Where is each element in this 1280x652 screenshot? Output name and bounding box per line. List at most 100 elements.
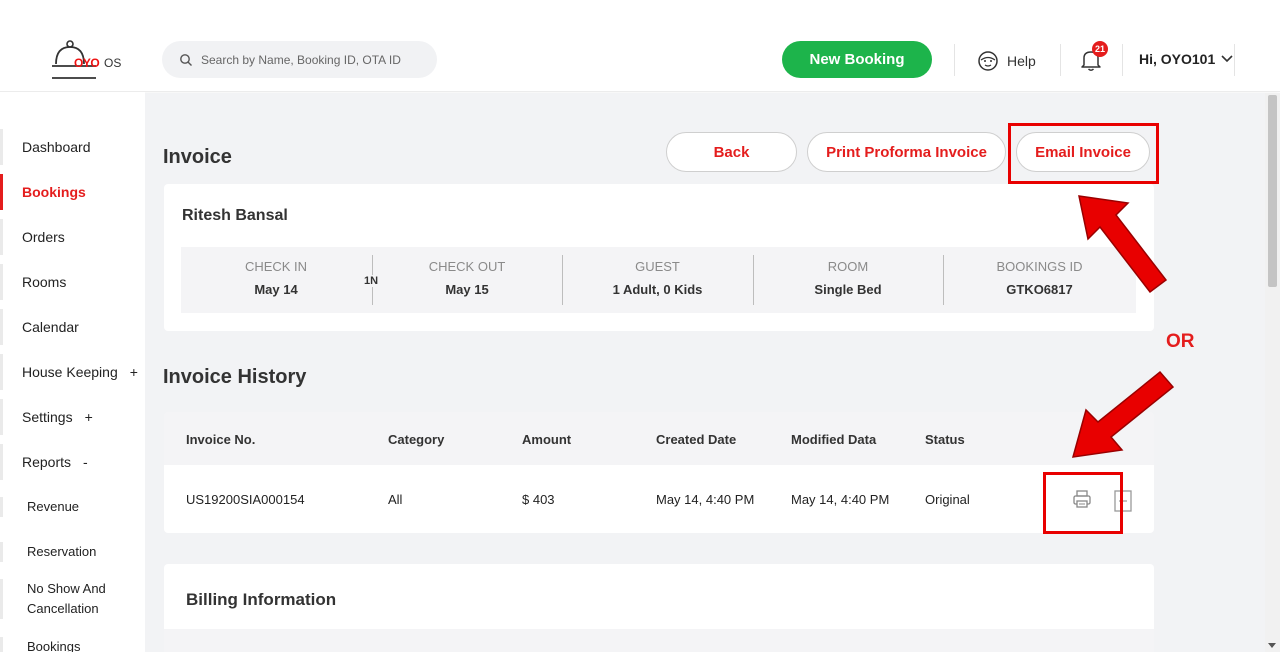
vertical-scrollbar[interactable] [1265,93,1280,652]
new-booking-button[interactable]: New Booking [782,41,932,78]
invoice-created-date: May 14, 4:40 PM [656,492,755,507]
booking-id-value: GTKO6817 [1006,282,1073,297]
sidebar-subitem-reservation[interactable]: Reservation [0,542,145,562]
column-header: Amount [522,432,572,447]
column-header: Invoice No. [186,432,256,447]
logo-text: OYO [74,56,100,70]
sidebar-subitem-revenue[interactable]: Revenue [0,497,145,517]
check-in: CHECK IN May 14 [181,247,371,313]
sidebar-item-orders[interactable]: Orders [0,217,145,257]
search-input[interactable] [201,49,426,71]
sidebar-marker [0,264,3,300]
chevron-down-icon [1221,55,1233,63]
search-icon [180,54,192,66]
booking-id-label: BOOKINGS ID [996,259,1083,274]
sidebar-item-label: Dashboard [22,139,91,155]
sidebar-marker [0,579,3,619]
guest-name: Ritesh Bansal [182,207,288,224]
billing-table-header [164,629,1154,652]
sidebar-item-label: House Keeping [22,364,118,380]
sidebar-item-label: Settings [22,409,73,425]
column-header: Category [388,432,445,447]
invoice-number: US19200SIA000154 [186,492,305,507]
sidebar-marker [0,444,3,480]
help-link[interactable]: Help [977,50,1036,72]
search-bar[interactable] [162,41,437,78]
invoice-category: All [388,492,403,507]
sidebar-item-dashboard[interactable]: Dashboard [0,127,145,167]
sidebar-item-house-keeping[interactable]: House Keeping + [0,352,145,392]
room-label: ROOM [827,259,869,274]
booking-id: BOOKINGS ID GTKO6817 [943,247,1136,313]
sidebar-marker [0,637,3,652]
column-header: Modified Data [791,432,877,447]
user-menu[interactable]: Hi, OYO101 [1139,51,1233,67]
table-row: US19200SIA000154 All $ 403 May 14, 4:40 … [164,465,1154,533]
sidebar-marker [0,354,3,390]
invoice-amount: $ 403 [522,492,555,507]
sidebar-item-label: Bookings [22,184,86,200]
sidebar-item-label: Reports [22,454,72,470]
sidebar-marker [0,542,3,562]
print-proforma-invoice-button[interactable]: Print Proforma Invoice [807,132,1006,172]
sidebar-subitem-label: No Show And Cancellation [27,581,106,616]
header-divider [1234,44,1235,76]
expand-toggle[interactable]: + [130,364,138,380]
sidebar-marker [0,399,3,435]
sidebar-subitem-label: Bookings [27,639,81,652]
sidebar: Dashboard Bookings Orders Rooms Calendar… [0,92,145,652]
print-icon-highlight [1043,472,1123,534]
check-out: CHECK OUT May 15 [372,247,562,313]
sidebar-item-rooms[interactable]: Rooms [0,262,145,302]
sidebar-subitem-label: Reservation [27,544,97,559]
back-button[interactable]: Back [666,132,797,172]
sidebar-subitem-no-show[interactable]: No Show And Cancellation [0,579,120,619]
check-in-value: May 14 [254,282,298,297]
sidebar-marker [0,497,3,517]
sidebar-item-calendar[interactable]: Calendar [0,307,145,347]
expand-toggle[interactable]: + [85,409,93,425]
column-header: Status [925,432,965,447]
notification-badge: 21 [1092,41,1108,57]
help-face-icon [978,51,998,71]
or-annotation-label: OR [1166,331,1195,352]
scroll-down-arrow-icon[interactable] [1268,643,1276,648]
email-invoice-highlight [1008,123,1159,184]
logo-suffix: OS [104,56,122,70]
help-label: Help [1007,53,1036,69]
scrollbar-thumb[interactable] [1268,95,1277,287]
sidebar-item-bookings[interactable]: Bookings [0,172,145,212]
header-divider [1060,44,1061,76]
guest-label: GUEST [635,259,680,274]
room-type: ROOM Single Bed [753,247,943,313]
invoice-table-header: Invoice No. Category Amount Created Date… [164,412,1154,465]
collapse-toggle[interactable]: - [83,454,88,470]
column-header: Created Date [656,432,737,447]
sidebar-item-label: Calendar [22,319,79,335]
sidebar-marker [0,309,3,345]
stay-details: CHECK IN May 14 1N CHECK OUT May 15 GUES… [181,247,1136,313]
billing-information-title: Billing Information [186,590,337,609]
sidebar-item-settings[interactable]: Settings + [0,397,145,437]
sidebar-subitem-label: Revenue [27,499,80,514]
sidebar-marker [0,129,3,165]
header-divider [1122,44,1123,76]
sidebar-item-label: Rooms [22,274,67,290]
check-out-label: CHECK OUT [428,259,506,274]
sidebar-item-reports[interactable]: Reports - [0,442,145,482]
guest-value: 1 Adult, 0 Kids [612,282,703,297]
sidebar-active-marker [0,174,3,210]
room-value: Single Bed [814,282,882,297]
user-greeting: Hi, OYO101 [1139,51,1216,67]
invoice-history-title: Invoice History [163,366,307,388]
invoice-modified-date: May 14, 4:40 PM [791,492,890,507]
check-in-label: CHECK IN [244,259,308,274]
sidebar-item-label: Orders [22,229,65,245]
guest-count: GUEST 1 Adult, 0 Kids [562,247,753,313]
top-bar: OYO OS New Booking Help 21 Hi, OYO101 [0,0,1280,92]
sidebar-subitem-bookings[interactable]: Bookings [0,637,145,652]
header-divider [954,44,955,76]
sidebar-marker [0,219,3,255]
check-out-value: May 15 [445,282,489,297]
invoice-status: Original [925,492,970,507]
